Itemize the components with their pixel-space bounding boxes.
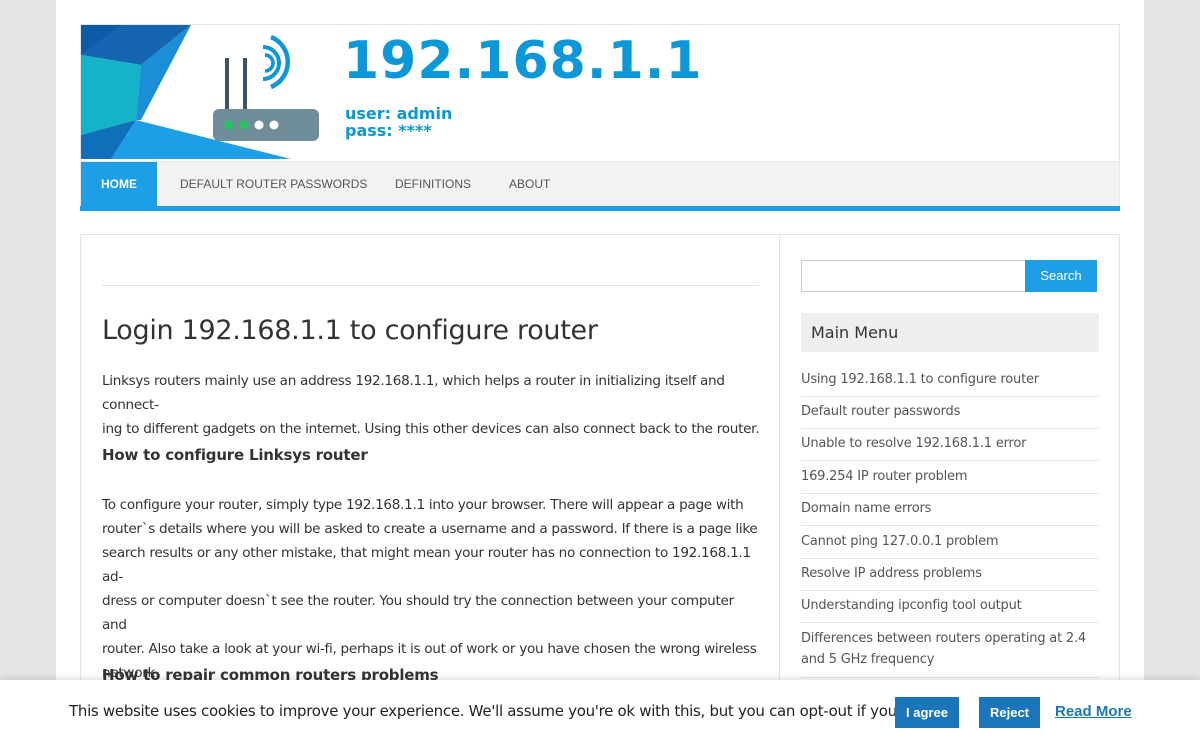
intro-line: Linksys routers mainly use an address 19… [102,373,725,413]
menu-item[interactable]: Understanding ipconfig tool output [801,595,1099,623]
agree-button[interactable]: I agree [895,697,959,728]
menu-item[interactable]: Differences between routers operating at… [801,628,1099,678]
article-title: Login 192.168.1.1 to configure router [102,315,598,346]
main-nav: HOME DEFAULT ROUTER PASSWORDS DEFINITION… [80,161,1120,211]
cookie-banner: This website uses cookies to improve you… [0,680,1200,740]
body-line: router. Also take a look at your wi-fi, … [102,641,757,657]
configure-paragraph: To configure your router, simply type 19… [102,493,762,685]
sidebar: Search Main Menu Using 192.168.1.1 to co… [781,235,1119,740]
credentials: user: admin pass: **** [345,105,452,139]
menu-item[interactable]: Default router passwords [801,401,1099,429]
article: Login 192.168.1.1 to configure router Li… [81,235,780,740]
site-title[interactable]: 192.168.1.1 [343,31,703,91]
menu-item[interactable]: 169.254 IP router problem [801,466,1099,494]
body-line: To configure your router, simply type 19… [102,497,744,513]
search-button[interactable]: Search [1025,260,1097,292]
search-input[interactable] [801,260,1026,292]
section-heading-configure: How to configure Linksys router [102,446,368,464]
menu-item[interactable]: Resolve IP address problems [801,563,1099,591]
read-more-link[interactable]: Read More [1055,703,1132,720]
divider [102,285,759,286]
user-line: user: admin [345,104,453,123]
body-line: search results or any other mistake, tha… [102,545,751,585]
banner: 192.168.1.1 user: admin pass: **** [81,25,1119,161]
site-header: 192.168.1.1 user: admin pass: **** HOME … [80,24,1120,211]
nav-definitions[interactable]: DEFINITIONS [395,162,471,207]
intro-line: ing to different gadgets on the internet… [102,421,760,437]
pass-line: pass: **** [345,121,432,140]
nav-underline [80,206,1120,211]
nav-home[interactable]: HOME [81,162,157,207]
reject-button[interactable]: Reject [979,697,1040,728]
menu-item[interactable]: Using 192.168.1.1 to configure router [801,369,1099,397]
body-line: dress or computer doesn`t see the router… [102,593,734,633]
menu-item[interactable]: Unable to resolve 192.168.1.1 error [801,433,1099,461]
menu-item[interactable]: Domain name errors [801,498,1099,526]
router-icon[interactable] [81,25,321,159]
menu-item[interactable]: Cannot ping 127.0.0.1 problem [801,531,1099,559]
cookie-message: This website uses cookies to improve you… [69,702,939,720]
intro-paragraph: Linksys routers mainly use an address 19… [102,369,762,441]
body-line: router`s details where you will be asked… [102,521,758,537]
page-container: 192.168.1.1 user: admin pass: **** HOME … [56,0,1144,740]
nav-default-router-passwords[interactable]: DEFAULT ROUTER PASSWORDS [180,162,367,207]
content-area: Login 192.168.1.1 to configure router Li… [80,234,1120,740]
nav-about[interactable]: ABOUT [509,162,550,207]
widget-title: Main Menu [801,313,1099,352]
